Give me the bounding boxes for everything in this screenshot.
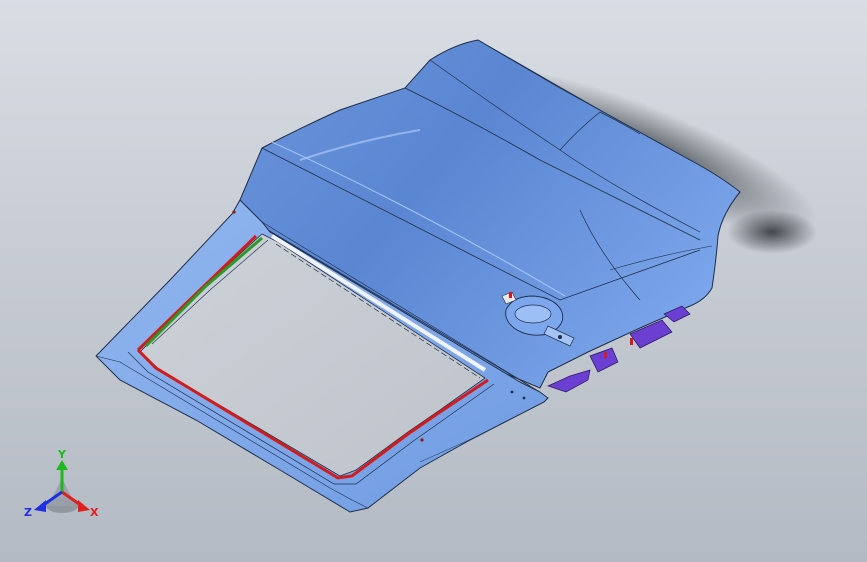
frame-hole: [522, 396, 526, 400]
axis-triad: Y X Z: [24, 448, 99, 519]
door-model[interactable]: [0, 0, 867, 562]
x-axis-label: X: [90, 506, 99, 519]
bracket-marker-red: [630, 338, 633, 345]
z-axis-label: Z: [24, 506, 32, 519]
hinge-bracket[interactable]: [589, 347, 619, 373]
y-axis-arrow: [56, 460, 68, 470]
frame-hole: [510, 390, 514, 394]
3d-viewport[interactable]: Y X Z: [0, 0, 867, 562]
y-axis-label: Y: [57, 448, 67, 461]
hinge-bracket[interactable]: [547, 369, 591, 393]
bracket-marker-red: [604, 352, 607, 358]
x-axis-arrow: [78, 500, 90, 512]
lock-cylinder: [558, 335, 562, 339]
drop-shadow-tail: [727, 210, 817, 254]
frame-hole: [420, 438, 424, 442]
handle-cup: [514, 304, 552, 324]
z-axis-arrow: [34, 500, 46, 512]
frame-hole: [232, 210, 236, 214]
handle-clip-red: [509, 292, 512, 298]
